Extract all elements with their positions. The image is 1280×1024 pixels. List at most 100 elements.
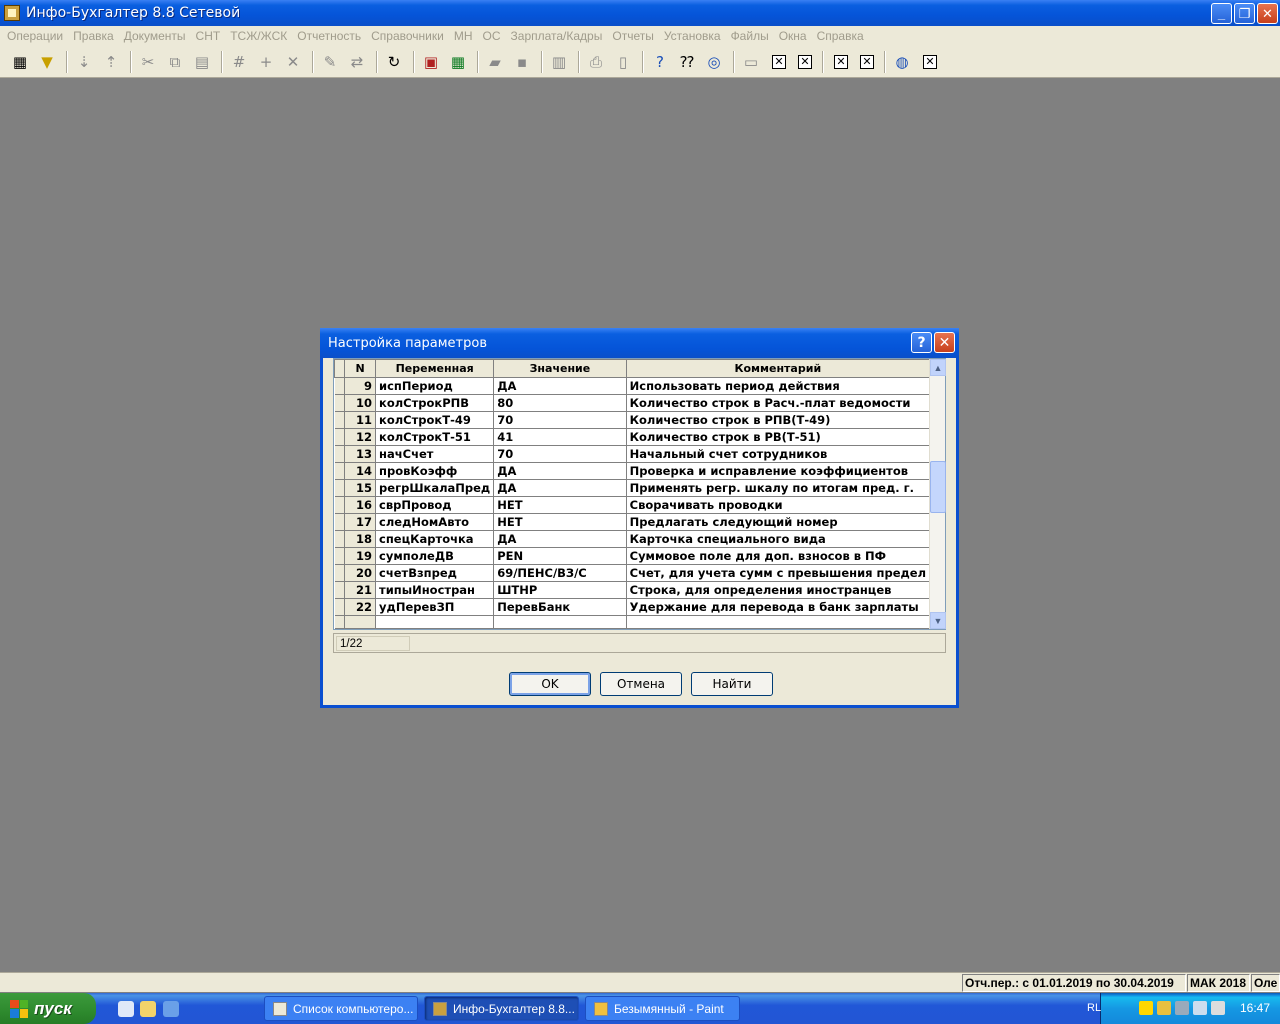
close-icon[interactable]: ✕ [860, 54, 874, 69]
cell-variable[interactable]: регрШкалаПред [375, 479, 495, 497]
filter-icon[interactable]: ▼ [35, 50, 59, 74]
cut-icon[interactable]: ✂ [136, 50, 160, 74]
cell-variable[interactable]: удПеревЗП [375, 598, 495, 616]
delete-icon[interactable]: ✕ [281, 50, 305, 74]
cancel-button[interactable]: Отмена [600, 672, 682, 696]
close-icon[interactable]: ✕ [772, 54, 786, 69]
cell-variable[interactable]: сумполеДВ [375, 547, 495, 565]
dialog-help-button[interactable]: ? [911, 332, 932, 353]
sort-asc-icon[interactable]: ⇣ [72, 50, 96, 74]
col-header-comment[interactable]: Комментарий [625, 359, 931, 378]
cell-variable[interactable]: следНомАвто [375, 513, 495, 531]
task-paint[interactable]: Безымянный - Paint [585, 996, 740, 1021]
close-icon[interactable]: ✕ [923, 54, 937, 69]
cell-comment[interactable]: Счет, для учета сумм с превышения предел [626, 564, 931, 582]
replace-icon[interactable]: ⇄ [345, 50, 369, 74]
table-row[interactable]: 11 колСтрокТ-49 70 Количество строк в РПВ(Т… [334, 411, 931, 429]
dialog-titlebar[interactable]: Настройка параметров ? ✕ [320, 328, 959, 358]
cell-value[interactable]: НЕТ [493, 496, 627, 514]
menu-os[interactable]: ОС [478, 29, 506, 43]
add-icon[interactable]: + [254, 50, 278, 74]
start-button[interactable]: пуск [0, 993, 96, 1024]
menu-reporting[interactable]: Отчетность [292, 29, 366, 43]
cell-comment[interactable]: Количество строк в Расч.-плат ведомости [626, 394, 931, 412]
table-row[interactable]: 17 следНомАвто НЕТ Предлагать следующий ном… [334, 513, 931, 531]
menu-reports[interactable]: Отчеты [607, 29, 658, 43]
paste-icon[interactable]: ▤ [190, 50, 214, 74]
cell-value[interactable]: 41 [493, 428, 627, 446]
table-row[interactable]: 16 сврПровод НЕТ Сворачивать проводки [334, 496, 931, 514]
minimize-button[interactable]: _ [1211, 3, 1232, 24]
table-row[interactable]: 18 спецКарточка ДА Карточка специального ви… [334, 530, 931, 548]
main-titlebar[interactable]: Инфо-Бухгалтер 8.8 Сетевой _ ❐ ✕ [0, 0, 1280, 26]
rpt-icon[interactable]: ▭ [739, 50, 763, 74]
cell-value[interactable]: PEN [493, 547, 627, 565]
print-icon[interactable]: ⎙ [584, 50, 608, 74]
tray-app-icon[interactable] [1211, 1001, 1225, 1015]
cell-variable[interactable]: испПериод [375, 377, 495, 395]
calculator-icon[interactable]: ▦ [446, 50, 470, 74]
globe-icon[interactable]: ◍ [890, 50, 914, 74]
folder-icon[interactable] [140, 1001, 156, 1017]
col-header-num[interactable]: N [344, 359, 377, 378]
cell-comment[interactable]: Сворачивать проводки [626, 496, 931, 514]
table-row[interactable]: 22 удПеревЗП ПеревБанк Удержание для перево… [334, 598, 931, 616]
close-button[interactable]: ✕ [1257, 3, 1278, 24]
menu-documents[interactable]: Документы [119, 29, 191, 43]
cell-comment[interactable]: Строка, для определения иностранцев [626, 581, 931, 599]
table-row[interactable]: 9 испПериод ДА Использовать период действия [334, 377, 931, 395]
safely-remove-icon[interactable] [1193, 1001, 1207, 1015]
help-icon[interactable]: ? [648, 50, 672, 74]
grid-vertical-scrollbar[interactable]: ▲ ▼ [929, 359, 946, 629]
col-header-value[interactable]: Значение [493, 359, 627, 378]
table-view-icon[interactable]: ▦ [8, 50, 32, 74]
cell-variable[interactable]: спецКарточка [375, 530, 495, 548]
scroll-up-icon[interactable]: ▲ [930, 359, 946, 376]
table-row[interactable]: 12 колСтрокТ-51 41 Количество строк в РВ(Т-… [334, 428, 931, 446]
cell-variable[interactable]: сврПровод [375, 496, 495, 514]
cell-variable[interactable]: начСчет [375, 445, 495, 463]
cell-comment[interactable]: Количество строк в РВ(Т-51) [626, 428, 931, 446]
cell-variable[interactable]: колСтрокТ-49 [375, 411, 495, 429]
restore-button[interactable]: ❐ [1234, 3, 1255, 24]
menu-operations[interactable]: Операции [2, 29, 68, 43]
cell-value[interactable]: НЕТ [493, 513, 627, 531]
table-row[interactable]: 19 сумполеДВ PEN Суммовое поле для доп. взн… [334, 547, 931, 565]
menu-salary[interactable]: Зарплата/Кадры [506, 29, 608, 43]
cell-variable[interactable]: типыИностран [375, 581, 495, 599]
compass-icon[interactable]: ◎ [702, 50, 726, 74]
task-computer-list[interactable]: Список компьютеро... [264, 996, 418, 1021]
numbering-icon[interactable]: # [227, 50, 251, 74]
cell-comment[interactable]: Количество строк в РПВ(Т-49) [626, 411, 931, 429]
cell-value[interactable]: 80 [493, 394, 627, 412]
table-row[interactable]: 13 начСчет 70 Начальный счет сотрудников [334, 445, 931, 463]
cell-comment[interactable]: Начальный счет сотрудников [626, 445, 931, 463]
cell-value[interactable]: ШТНР [493, 581, 627, 599]
col-header-variable[interactable]: Переменная [375, 359, 495, 378]
ok-button[interactable]: OK [509, 672, 591, 696]
table-row[interactable]: 10 колСтрокРПВ 80 Количество строк в Расч.-… [334, 394, 931, 412]
cell-comment[interactable]: Использовать период действия [626, 377, 931, 395]
parameters-grid[interactable]: N Переменная Значение Комментарий 9 испПе… [333, 358, 946, 630]
table-row[interactable]: 20 счетВзпред 69/ПЕНС/ВЗ/С Счет, для учета … [334, 564, 931, 582]
cell-variable[interactable]: провКоэфф [375, 462, 495, 480]
scroll-thumb[interactable] [930, 461, 946, 513]
copy-icon[interactable]: ⧉ [163, 50, 187, 74]
menu-setup[interactable]: Установка [659, 29, 726, 43]
media-player-icon[interactable] [118, 1001, 134, 1017]
menu-edit[interactable]: Правка [68, 29, 119, 43]
report-icon[interactable]: ▣ [419, 50, 443, 74]
save-icon[interactable]: ▪ [510, 50, 534, 74]
cell-value[interactable]: ДА [493, 462, 627, 480]
volume-icon[interactable] [1139, 1001, 1153, 1015]
properties-icon[interactable]: ▥ [547, 50, 571, 74]
cell-value[interactable]: 69/ПЕНС/ВЗ/С [493, 564, 627, 582]
menu-mn[interactable]: МН [449, 29, 478, 43]
cell-variable[interactable]: колСтрокТ-51 [375, 428, 495, 446]
table-row[interactable]: 15 регрШкалаПред ДА Применять регр. шкалу п… [334, 479, 931, 497]
mark-icon[interactable]: ✎ [318, 50, 342, 74]
cell-value[interactable]: ДА [493, 377, 627, 395]
cell-comment[interactable]: Применять регр. шкалу по итогам пред. г. [626, 479, 931, 497]
cell-comment[interactable]: Удержание для перевода в банк зарплаты [626, 598, 931, 616]
refresh-icon[interactable]: ↻ [382, 50, 406, 74]
